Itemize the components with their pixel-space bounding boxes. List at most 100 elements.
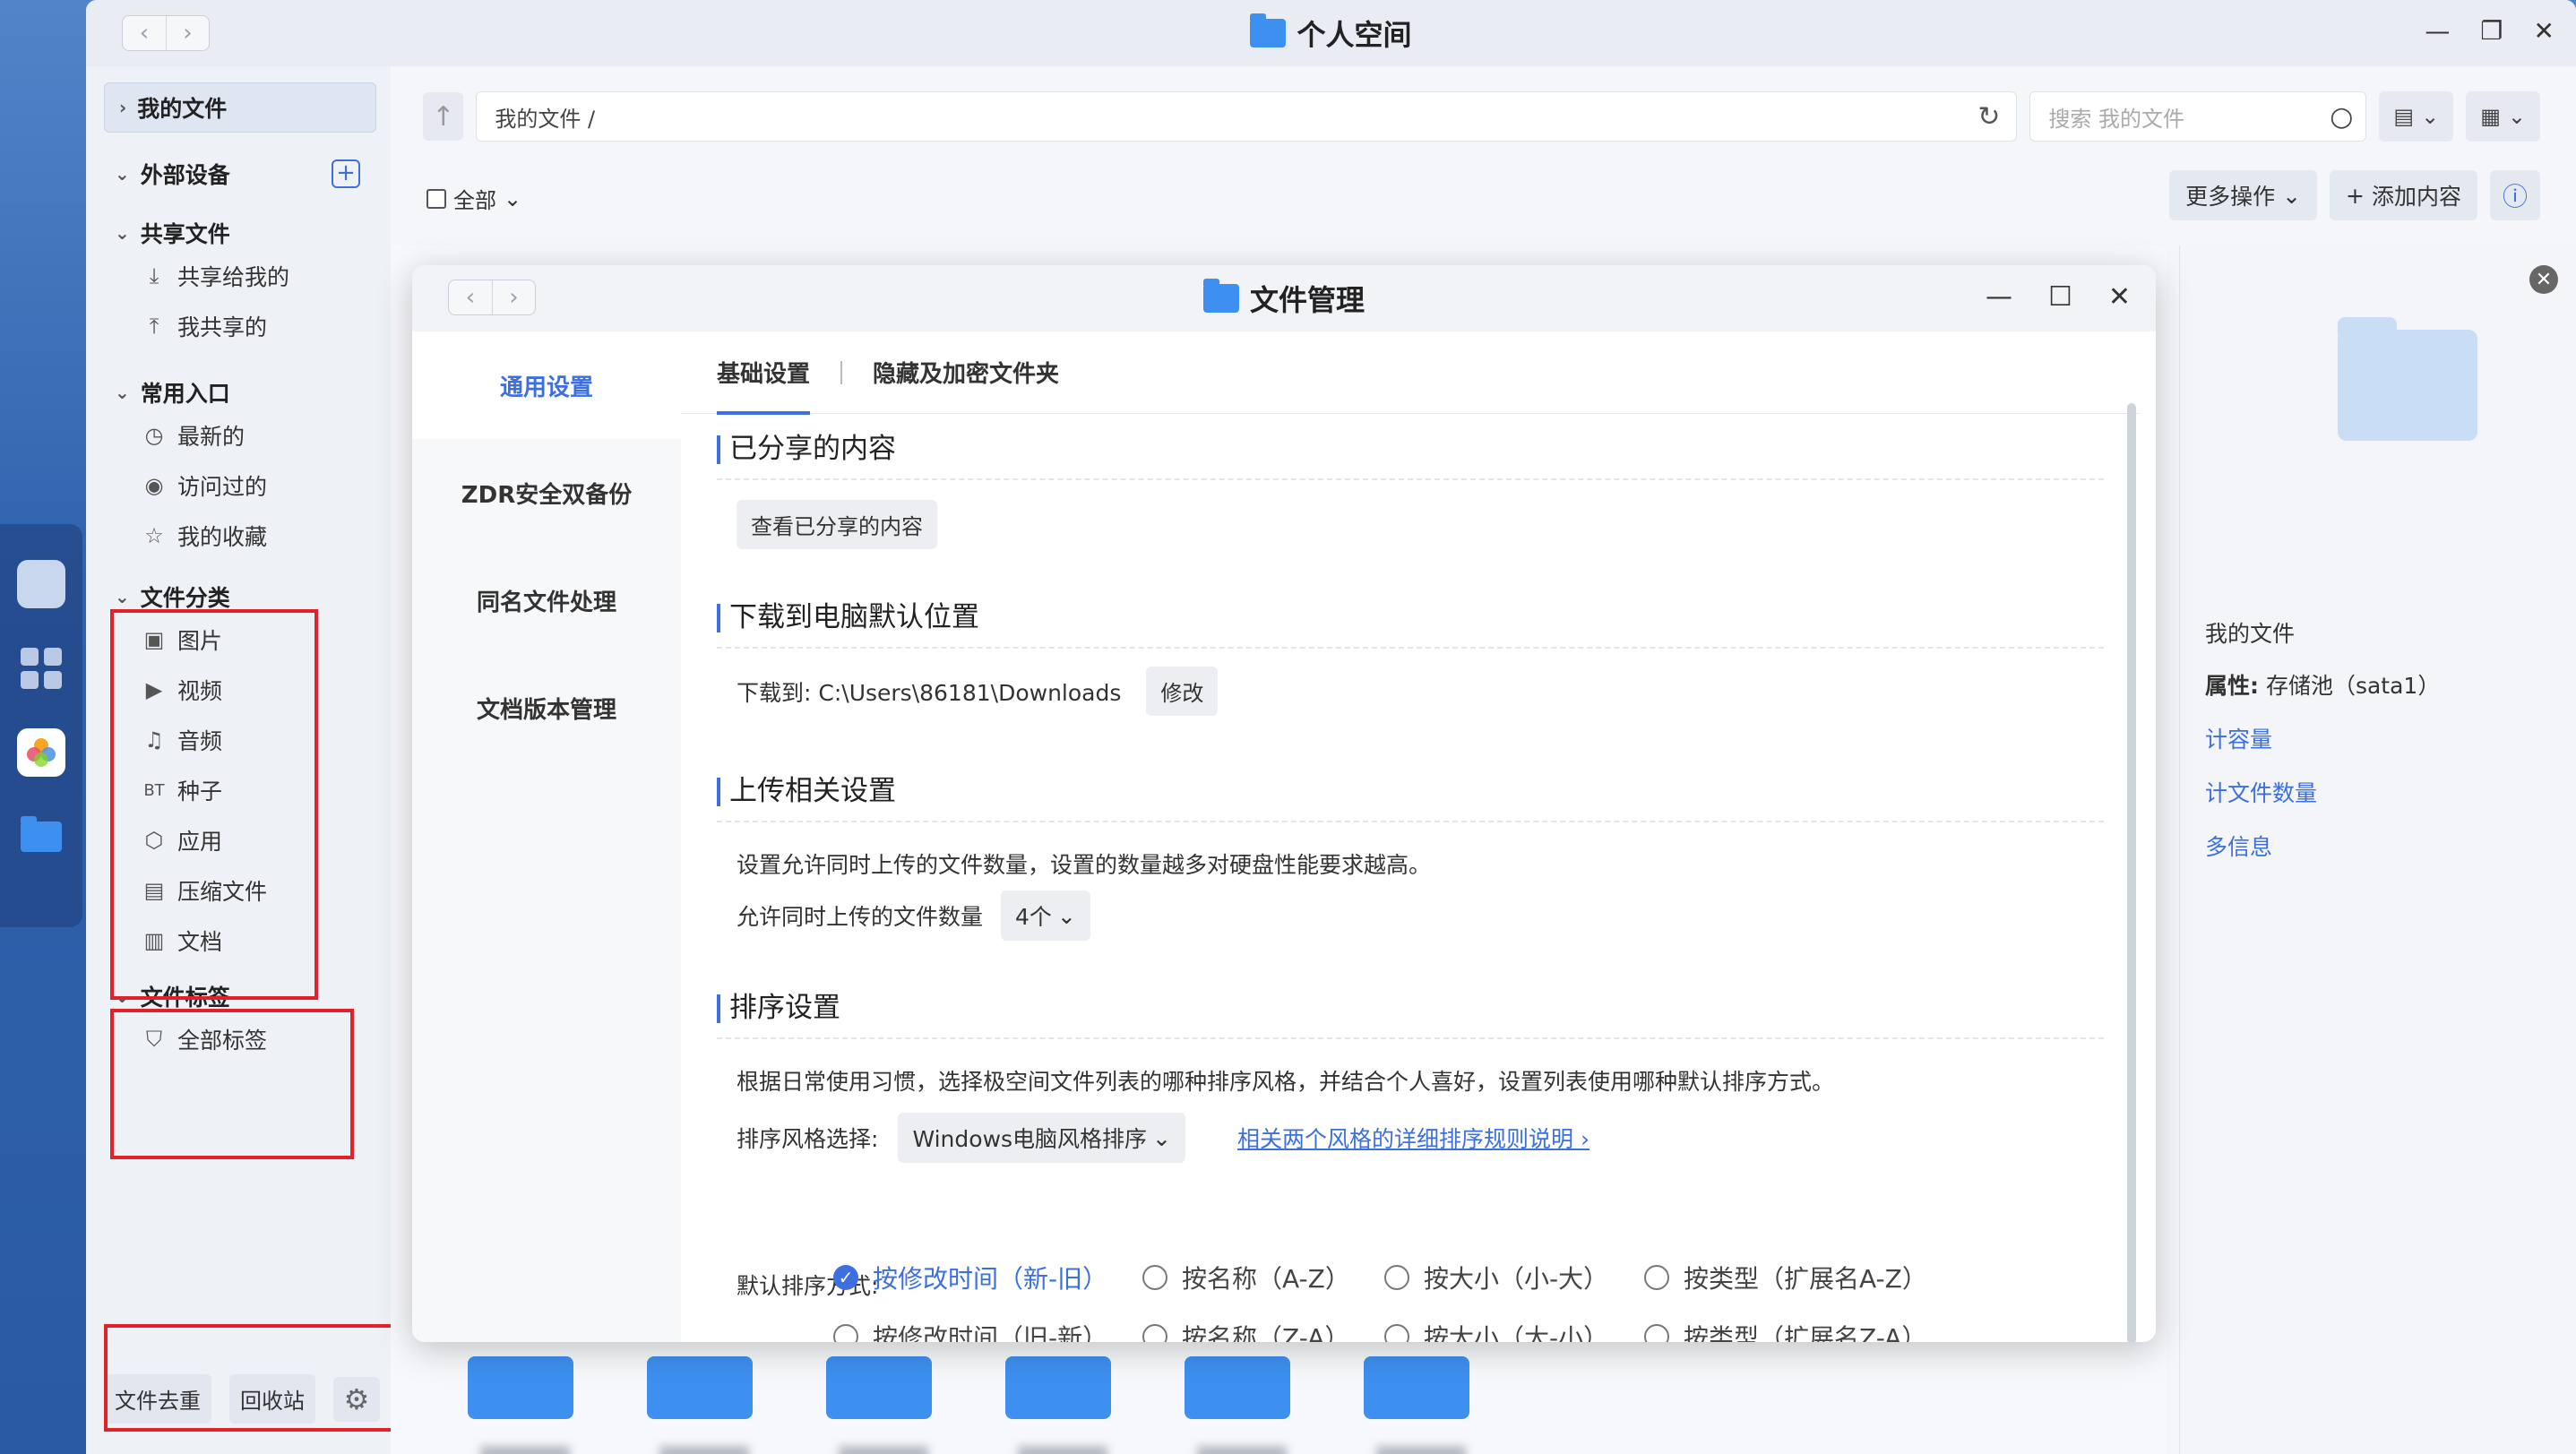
grid-mode-button[interactable]: ▦ ⌄ (2466, 91, 2540, 142)
up-arrow-icon[interactable]: ↑ (423, 92, 464, 141)
folder-thumb[interactable] (647, 1356, 753, 1419)
sort-option-radio[interactable]: 按大小（小-大） (1384, 1260, 1608, 1295)
radio-unchecked-icon[interactable] (833, 1324, 858, 1342)
sort-option-radio[interactable]: 按修改时间（旧-新） (833, 1319, 1107, 1342)
info-pane: ✕ 我的文件 属性: 存储池（sata1） 计容量 计文件数量 多信息 (2179, 245, 2576, 1454)
folder-icon (1250, 13, 1287, 47)
sort-rules-link[interactable]: 相关两个风格的详细排序规则说明 › (1237, 1122, 1590, 1154)
storage-app-icon[interactable] (17, 560, 65, 608)
upload-description: 设置允许同时上传的文件数量，设置的数量越多对硬盘性能要求越高。 (737, 852, 1432, 878)
search-icon[interactable]: ○ (2330, 101, 2353, 133)
sidebar-item-visited[interactable]: ◉ 访问过的 (104, 460, 391, 511)
radio-unchecked-icon[interactable] (1384, 1265, 1409, 1290)
folder-thumb[interactable] (1185, 1356, 1290, 1419)
folder-thumb[interactable] (468, 1356, 573, 1419)
tab-basic-settings[interactable]: 基础设置 (717, 331, 811, 415)
action-buttons: 更多操作 ⌄ + 添加内容 ⓘ (2169, 170, 2540, 220)
nav-same-name-handling[interactable]: 同名文件处理 (412, 546, 681, 654)
upload-tray-icon: ⤒ (149, 314, 159, 339)
dialog-titlebar: ‹ › 文件管理 — ☐ ✕ (412, 265, 2156, 331)
nav-version-management[interactable]: 文档版本管理 (412, 654, 681, 761)
radio-unchecked-icon[interactable] (1142, 1324, 1167, 1342)
view-shared-button[interactable]: 查看已分享的内容 (737, 500, 937, 549)
folder-icon (1202, 279, 1239, 313)
sort-option-radio[interactable]: ✓ 按修改时间（新-旧） (833, 1260, 1107, 1295)
info-icon[interactable]: ⓘ (2490, 170, 2540, 220)
path-bar[interactable]: 我的文件 / ↻ (476, 91, 2018, 142)
star-icon: ☆ (144, 523, 164, 548)
sort-option-radio[interactable]: 按大小（大-小） (1384, 1319, 1608, 1342)
chevron-down-icon: ⌄ (115, 382, 130, 403)
sidebar-item-shared-with-me[interactable]: ⤓ 共享给我的 (104, 251, 391, 301)
close-icon[interactable]: ✕ (2534, 16, 2554, 46)
sidebar-item-recent[interactable]: ◷ 最新的 (104, 410, 391, 460)
default-sort-options: ✓ 按修改时间（新-旧） 按名称（A-Z） 按大小（小-大） 按类型（扩展名A-Z） 按修… (717, 1260, 1927, 1342)
sort-option-radio[interactable]: 按类型（扩展名Z-A） (1644, 1319, 1926, 1342)
sort-style-select[interactable]: Windows电脑风格排序 ⌄ (898, 1113, 1185, 1163)
radio-unchecked-icon[interactable] (1644, 1265, 1669, 1290)
blurred-file-name (659, 1446, 749, 1454)
minimize-icon[interactable]: — (1986, 281, 2012, 313)
sidebar-item-my-files[interactable]: › 我的文件 (104, 82, 376, 133)
section-title: 下载到电脑默认位置 (717, 600, 2104, 649)
download-location: 下载到: C:\Users\86181\Downloads (737, 679, 1122, 706)
radio-unchecked-icon[interactable] (1644, 1324, 1669, 1342)
tab-divider (840, 360, 843, 384)
close-icon[interactable]: ✕ (2529, 265, 2558, 294)
upload-count-select[interactable]: 4个 ⌄ (1001, 890, 1090, 941)
section-title: 上传相关设置 (717, 774, 2104, 822)
dialog-title: 文件管理 (412, 278, 2156, 319)
grid-view-icon: ▦ (2480, 104, 2501, 129)
nav-general-settings[interactable]: 通用设置 (412, 331, 681, 439)
dialog-scrollbar[interactable] (2127, 403, 2136, 1342)
dialog-body: 基础设置 隐藏及加密文件夹 已分享的内容 查看已分享的内容 下载到电脑默认位置 … (681, 331, 2140, 1342)
radio-unchecked-icon[interactable] (1142, 1265, 1167, 1290)
section-shared: 已分享的内容 查看已分享的内容 (717, 432, 2104, 549)
sort-option-radio[interactable]: 按类型（扩展名A-Z） (1644, 1260, 1927, 1295)
maximize-icon[interactable]: ☐ (2048, 281, 2072, 313)
photos-app-icon[interactable] (17, 728, 65, 777)
select-all[interactable]: 全部 ⌄ (426, 183, 521, 214)
select-all-checkbox[interactable] (426, 188, 446, 209)
more-info-link[interactable]: 多信息 (2205, 830, 2272, 862)
minimize-icon[interactable]: — (2425, 16, 2450, 46)
window-controls: — ❐ ✕ (2425, 16, 2554, 46)
radio-unchecked-icon[interactable] (1384, 1324, 1409, 1342)
modify-path-button[interactable]: 修改 (1146, 667, 1219, 716)
more-actions-button[interactable]: 更多操作 ⌄ (2169, 170, 2318, 220)
folder-thumb[interactable] (1364, 1356, 1469, 1419)
calc-capacity-link[interactable]: 计容量 (2205, 722, 2272, 754)
sidebar-section-external: ⌄ 外部设备 + (104, 156, 391, 192)
sidebar-head-shared[interactable]: ⌄ 共享文件 (104, 215, 391, 251)
sort-option-radio[interactable]: 按名称（Z-A） (1142, 1319, 1349, 1342)
chevron-down-icon: ⌄ (1152, 1124, 1171, 1151)
restore-icon[interactable]: ❐ (2480, 16, 2503, 46)
add-content-button[interactable]: + 添加内容 (2330, 170, 2477, 220)
sidebar-section-common: ⌄ 常用入口 ◷ 最新的 ◉ 访问过的 ☆ 我的收藏 (104, 374, 391, 561)
view-mode-button[interactable]: ▤ ⌄ (2379, 91, 2454, 142)
section-download: 下载到电脑默认位置 下载到: C:\Users\86181\Downloads … (717, 600, 2104, 716)
search-input[interactable]: 搜索 我的文件 ○ (2029, 91, 2367, 142)
calc-count-link[interactable]: 计文件数量 (2205, 776, 2317, 808)
highlight-box-tags (110, 1009, 354, 1159)
sort-option-radio[interactable]: 按名称（A-Z） (1142, 1260, 1350, 1295)
folder-thumb[interactable] (1005, 1356, 1111, 1419)
file-manager-app-icon[interactable] (17, 813, 65, 861)
sidebar-head-external[interactable]: ⌄ 外部设备 + (104, 156, 391, 192)
add-device-button[interactable]: + (332, 159, 360, 188)
nav-zdr-backup[interactable]: ZDR安全双备份 (412, 439, 681, 546)
tab-hidden-encrypted[interactable]: 隐藏及加密文件夹 (873, 331, 1059, 414)
section-sort: 排序设置 根据日常使用习惯，选择极空间文件列表的哪种排序风格，并结合个人喜好，设… (717, 991, 2104, 1342)
folder-thumb[interactable] (826, 1356, 932, 1419)
sidebar-item-my-shared[interactable]: ⤒ 我共享的 (104, 301, 391, 351)
sort-style-label: 排序风格选择: (737, 1126, 879, 1152)
radio-checked-icon[interactable]: ✓ (833, 1265, 858, 1290)
blurred-file-name (1376, 1446, 1466, 1454)
sidebar-item-favorites[interactable]: ☆ 我的收藏 (104, 511, 391, 561)
blurred-file-name (480, 1446, 570, 1454)
apps-grid-icon[interactable] (17, 644, 65, 693)
download-tray-icon: ⤓ (149, 263, 159, 288)
sidebar-head-common[interactable]: ⌄ 常用入口 (104, 374, 391, 410)
close-icon[interactable]: ✕ (2108, 281, 2131, 313)
refresh-icon[interactable]: ↻ (1977, 101, 2000, 133)
